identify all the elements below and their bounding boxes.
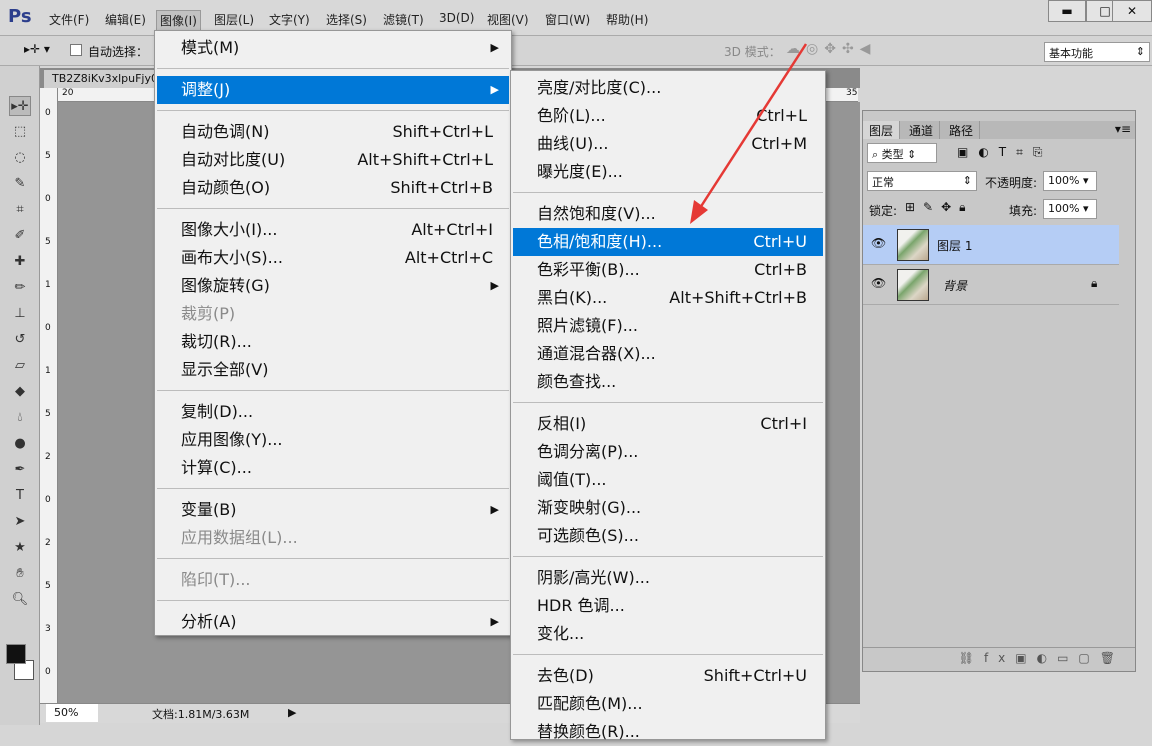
annotation-arrow	[690, 43, 808, 224]
